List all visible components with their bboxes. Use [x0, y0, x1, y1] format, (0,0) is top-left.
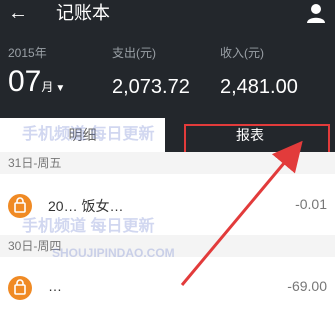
dropdown-caret-icon: ▼	[55, 83, 66, 94]
expense-value: 2,073.72	[112, 76, 190, 98]
user-icon[interactable]	[305, 2, 327, 24]
year-label: 2015年	[8, 46, 47, 60]
date-row-1: 31日-周五	[0, 152, 335, 174]
page-title: 记账本	[56, 3, 110, 23]
item-amount: -0.01	[295, 196, 327, 212]
watermark-url: SHOUJIPINDAO.COM	[52, 246, 175, 260]
header-panel: ← 记账本 2015年 07月 ▼ 支出(元) 2,073.72 收入(元) 2,…	[0, 0, 335, 118]
item-amount: -69.00	[287, 278, 327, 294]
month-selector[interactable]: 07月 ▼	[8, 64, 65, 107]
back-arrow-icon[interactable]: ←	[8, 2, 28, 24]
expense-label: 支出(元)	[112, 46, 156, 60]
watermark-line-1: 手机频道 每日更新	[22, 126, 155, 143]
watermark-line-2: 手机频道 每日更新	[22, 218, 155, 235]
income-label: 收入(元)	[220, 46, 264, 60]
top-bar: ← 记账本	[0, 0, 335, 28]
month-unit: 月	[41, 80, 54, 94]
shopping-bag-icon	[8, 276, 32, 300]
list-item-2[interactable]: … -69.00	[0, 266, 335, 310]
month-value: 07	[8, 65, 42, 98]
item-text: …	[48, 278, 62, 294]
income-value: 2,481.00	[220, 76, 298, 98]
